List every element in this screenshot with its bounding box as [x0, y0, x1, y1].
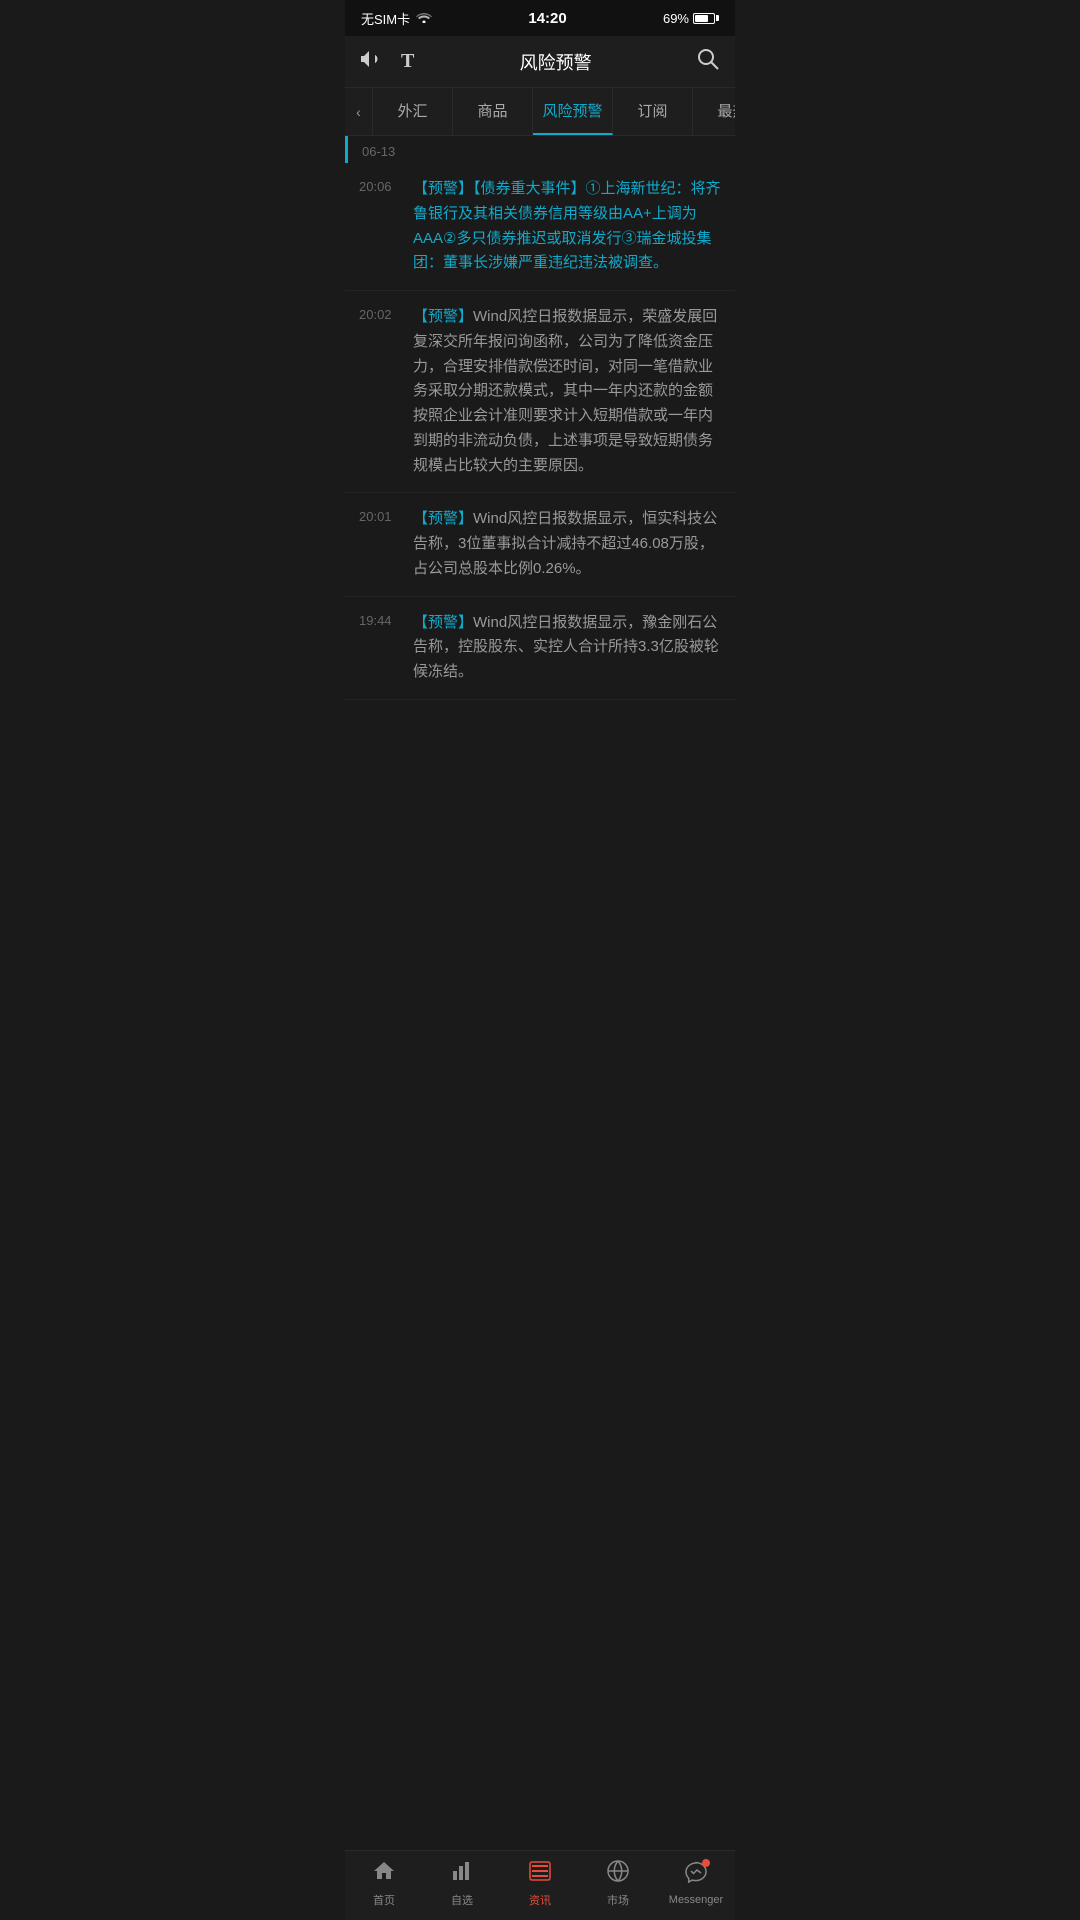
status-time: 14:20 [528, 10, 566, 27]
news-time: 19:44 [359, 611, 403, 628]
tab-commodity[interactable]: 商品 [453, 88, 533, 135]
messenger-icon [684, 1861, 708, 1891]
tab-subscribe[interactable]: 订阅 [613, 88, 693, 135]
header-left-icons: T [361, 50, 414, 74]
news-item[interactable]: 19:44 【预警】Wind风控日报数据显示，豫金刚石公告称，控股股东、实控人合… [345, 597, 735, 700]
nav-messenger[interactable]: Messenger [666, 1861, 726, 1906]
messenger-badge [702, 1859, 710, 1867]
status-right: 69% [663, 11, 719, 26]
nav-messenger-label: Messenger [669, 1894, 723, 1906]
search-icon[interactable] [697, 48, 719, 76]
header: T 风险预警 [345, 36, 735, 88]
nav-watchlist[interactable]: 自选 [432, 1859, 492, 1908]
bottom-nav-bar: 首页 自选 资讯 市场 [345, 1850, 735, 1920]
globe-icon [606, 1859, 630, 1889]
news-text: 【预警】【债券重大事件】①上海新世纪：将齐鲁银行及其相关债券信用等级由AA+上调… [413, 177, 721, 276]
battery-percentage: 69% [663, 11, 689, 26]
tab-bar: ‹ 外汇 商品 风险预警 订阅 最热 [345, 88, 735, 136]
status-left: 无SIM卡 [361, 9, 432, 28]
home-icon [372, 1859, 396, 1889]
news-item[interactable]: 20:02 【预警】Wind风控日报数据显示，荣盛发展回复深交所年报问询函称，公… [345, 291, 735, 493]
news-text: 【预警】Wind风控日报数据显示，豫金刚石公告称，控股股东、实控人合计所持3.3… [413, 611, 721, 685]
nav-market[interactable]: 市场 [588, 1859, 648, 1908]
header-title: 风险预警 [520, 49, 592, 75]
news-content-area: 06-13 20:06 【预警】【债券重大事件】①上海新世纪：将齐鲁银行及其相关… [345, 136, 735, 770]
news-text: 【预警】Wind风控日报数据显示，荣盛发展回复深交所年报问询函称，公司为了降低资… [413, 305, 721, 478]
volume-icon[interactable] [361, 50, 383, 74]
news-item[interactable]: 20:06 【预警】【债券重大事件】①上海新世纪：将齐鲁银行及其相关债券信用等级… [345, 163, 735, 291]
tab-risk[interactable]: 风险预警 [533, 88, 613, 135]
font-icon[interactable]: T [401, 50, 414, 73]
nav-watchlist-label: 自选 [451, 1892, 473, 1908]
nav-home-label: 首页 [373, 1892, 395, 1908]
battery-icon [693, 13, 719, 24]
news-time: 20:06 [359, 177, 403, 194]
wifi-icon [416, 11, 432, 26]
news-list: 20:06 【预警】【债券重大事件】①上海新世纪：将齐鲁银行及其相关债券信用等级… [345, 163, 735, 700]
news-icon [528, 1859, 552, 1889]
date-section-header: 06-13 [345, 136, 735, 163]
carrier-label: 无SIM卡 [361, 9, 410, 28]
tab-scroll-left[interactable]: ‹ [345, 88, 373, 135]
tab-hot[interactable]: 最热 [693, 88, 735, 135]
news-item[interactable]: 20:01 【预警】Wind风控日报数据显示，恒实科技公告称，3位董事拟合计减持… [345, 493, 735, 596]
nav-market-label: 市场 [607, 1892, 629, 1908]
news-time: 20:01 [359, 507, 403, 524]
tab-forex[interactable]: 外汇 [373, 88, 453, 135]
nav-news[interactable]: 资讯 [510, 1859, 570, 1908]
news-text: 【预警】Wind风控日报数据显示，恒实科技公告称，3位董事拟合计减持不超过46.… [413, 507, 721, 581]
chart-icon [450, 1859, 474, 1889]
nav-home[interactable]: 首页 [354, 1859, 414, 1908]
status-bar: 无SIM卡 14:20 69% [345, 0, 735, 36]
news-time: 20:02 [359, 305, 403, 322]
nav-news-label: 资讯 [529, 1892, 551, 1908]
